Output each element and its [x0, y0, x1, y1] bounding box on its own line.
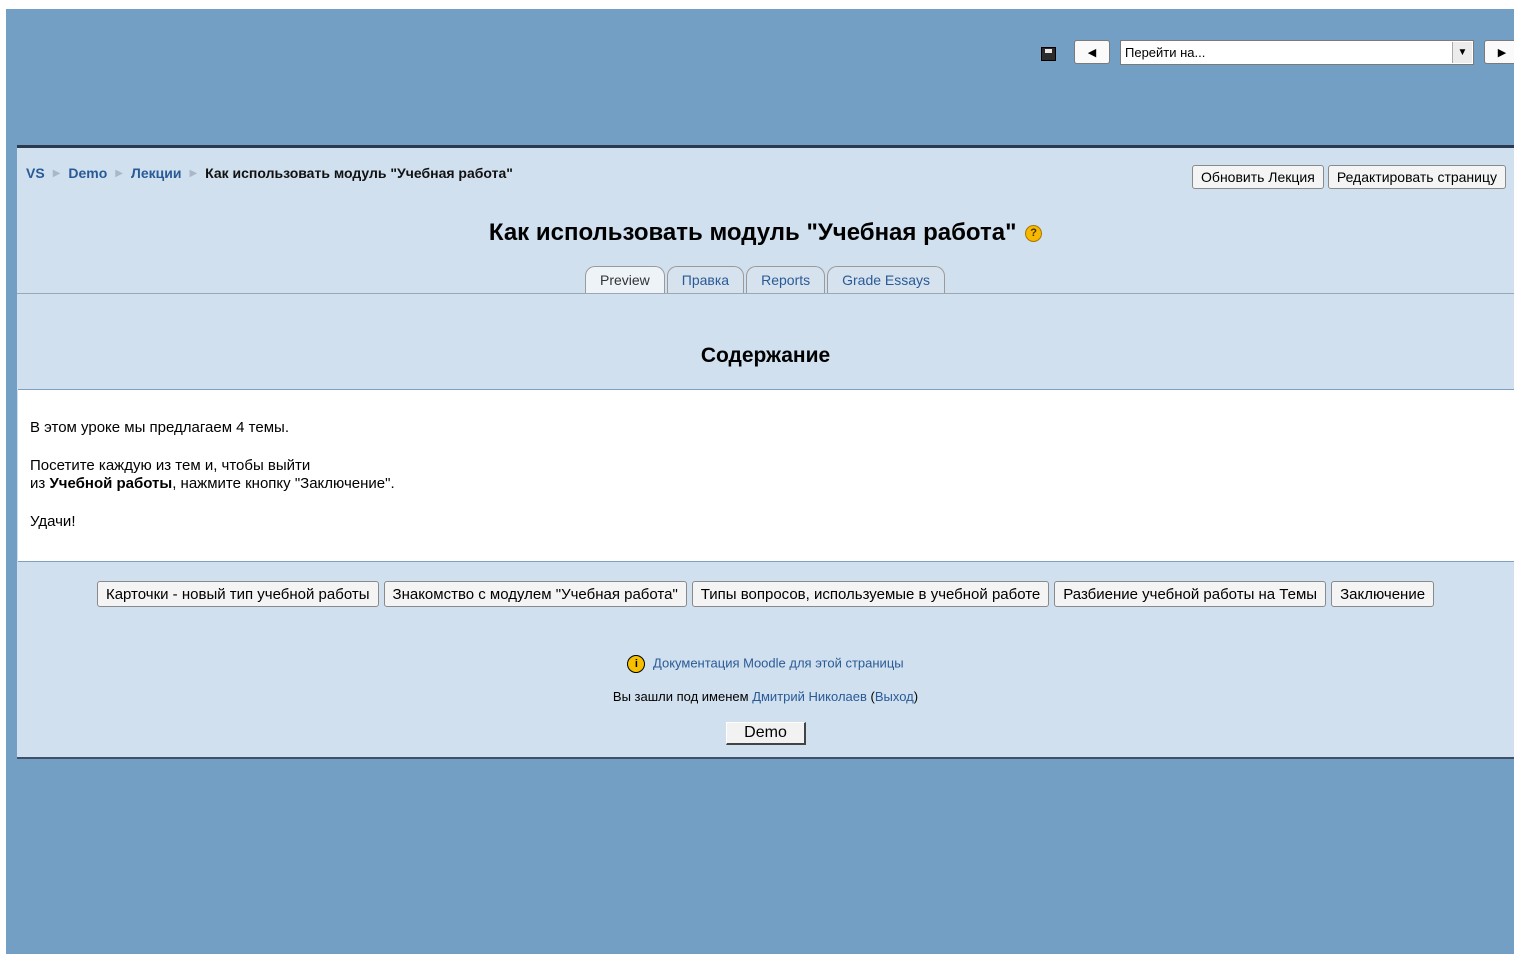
breadcrumb-link-vs[interactable]: VS: [26, 165, 45, 181]
tab-reports[interactable]: Reports: [746, 266, 826, 293]
page-actions: Обновить Лекция Редактировать страницу: [1192, 165, 1506, 189]
page-title: Как использовать модуль "Учебная работа": [488, 219, 1017, 246]
logout-paren-close: ): [913, 689, 919, 704]
branch-buttons: Карточки - новый тип учебной работы Знак…: [17, 581, 1514, 607]
branch-button-intro[interactable]: Знакомство с модулем "Учебная работа": [383, 581, 687, 607]
help-icon[interactable]: ?: [1025, 225, 1043, 243]
breadcrumb-separator-icon: ▶: [189, 167, 198, 179]
breadcrumb-link-lectures[interactable]: Лекции: [131, 165, 181, 181]
next-page-button[interactable]: ▶: [1484, 40, 1514, 64]
logout-paren-open: (: [866, 689, 875, 704]
tab-grade-essays[interactable]: Grade Essays: [827, 266, 946, 293]
tab-bar: Preview Правка Reports Grade Essays: [585, 266, 947, 293]
content-paragraph: В этом уроке мы предлагаем 4 темы.: [30, 419, 289, 436]
tab-preview[interactable]: Preview: [585, 266, 665, 293]
jump-to-select[interactable]: Перейти на... ▼: [1120, 39, 1474, 65]
course-home-button[interactable]: Demo: [726, 722, 806, 745]
info-icon: i: [627, 655, 646, 673]
branch-button-question-types[interactable]: Типы вопросов, используемые в учебной ра…: [691, 581, 1050, 607]
jump-to-select-value: Перейти на...: [1125, 44, 1206, 60]
lesson-content: В этом уроке мы предлагаем 4 темы. Посет…: [18, 389, 1514, 562]
branch-button-topics[interactable]: Разбиение учебной работы на Темы: [1054, 581, 1327, 607]
login-info: Вы зашли под именем Дмитрий Николаев (Вы…: [17, 689, 1514, 704]
content-paragraph: из Учебной работы, нажмите кнопку "Заклю…: [30, 475, 395, 492]
breadcrumb: VS ▶ Demo ▶ Лекции ▶ Как использовать мо…: [26, 165, 513, 181]
tab-divider: [17, 293, 1514, 294]
login-prefix: Вы зашли под именем: [612, 689, 753, 704]
content-paragraph: Посетите каждую из тем и, чтобы выйти: [30, 457, 311, 474]
content-text: , нажмите кнопку "Заключение".: [172, 475, 395, 492]
save-icon[interactable]: [1041, 47, 1056, 61]
user-profile-link[interactable]: Дмитрий Николаев: [752, 689, 867, 704]
moodle-docs-link[interactable]: Документация Moodle для этой страницы: [653, 655, 904, 670]
page-title-row: Как использовать модуль "Учебная работа"…: [17, 219, 1514, 247]
section-title: Содержание: [700, 344, 831, 367]
moodle-docs-row: i Документация Moodle для этой страницы: [17, 655, 1514, 673]
branch-button-flashcards[interactable]: Карточки - новый тип учебной работы: [96, 581, 379, 607]
breadcrumb-separator-icon: ▶: [52, 167, 61, 179]
tab-edit[interactable]: Правка: [666, 266, 745, 293]
edit-page-button[interactable]: Редактировать страницу: [1327, 165, 1506, 189]
lesson-page: VS ▶ Demo ▶ Лекции ▶ Как использовать мо…: [17, 145, 1514, 759]
chevron-down-icon[interactable]: ▼: [1452, 41, 1472, 63]
jump-navigation: ◀ Перейти на... ▼ ▶: [1041, 39, 1514, 65]
breadcrumb-link-demo[interactable]: Demo: [68, 165, 107, 181]
breadcrumb-current: Как использовать модуль "Учебная работа": [205, 165, 513, 181]
logout-link[interactable]: Выход: [875, 689, 914, 704]
previous-page-button[interactable]: ◀: [1074, 40, 1110, 64]
branch-button-conclusion[interactable]: Заключение: [1331, 581, 1435, 607]
content-bold-text: Учебной работы: [49, 475, 173, 492]
update-lesson-button[interactable]: Обновить Лекция: [1192, 165, 1324, 189]
content-text: из: [30, 475, 50, 492]
breadcrumb-separator-icon: ▶: [115, 167, 123, 179]
content-paragraph: Удачи!: [30, 513, 76, 530]
